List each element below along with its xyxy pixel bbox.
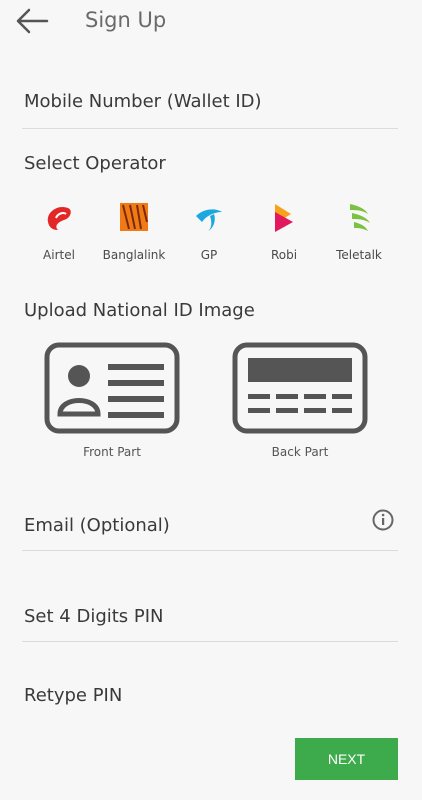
operator-name: Banglalink [102, 248, 166, 262]
operator-name: Airtel [43, 248, 75, 262]
operator-teletalk[interactable]: Teletalk [324, 200, 394, 262]
retype-pin-label: Retype PIN [24, 685, 123, 706]
info-icon[interactable] [372, 509, 394, 531]
airtel-logo-icon [47, 206, 71, 230]
app-header: Sign Up [0, 0, 422, 44]
pin-label: Set 4 Digits PIN [24, 606, 164, 627]
teletalk-logo-icon [350, 204, 370, 231]
robi-logo-icon [275, 204, 293, 232]
gp-logo-icon [196, 209, 222, 231]
email-field[interactable]: Email (Optional) [22, 505, 398, 551]
id-front-card-icon[interactable] [44, 342, 180, 434]
banglalink-logo-icon [120, 203, 148, 231]
email-label: Email (Optional) [24, 515, 170, 536]
retype-pin-field[interactable]: Retype PIN [22, 675, 398, 715]
operator-list: Airtel Banglalink GP Robi Teletalk [24, 200, 394, 270]
operator-banglalink[interactable]: Banglalink [99, 200, 169, 262]
mobile-number-label: Mobile Number (Wallet ID) [24, 91, 262, 112]
operator-name: Robi [270, 248, 298, 262]
mobile-number-field[interactable]: Mobile Number (Wallet ID) [22, 84, 398, 129]
upload-national-id-title: Upload National ID Image [24, 300, 255, 321]
back-arrow-icon[interactable] [14, 6, 50, 36]
select-operator-title: Select Operator [24, 153, 166, 174]
operator-name: GP [200, 248, 218, 262]
operator-robi[interactable]: Robi [249, 200, 319, 262]
operator-name: Teletalk [336, 248, 382, 262]
back-part-label: Back Part [271, 445, 329, 459]
next-button[interactable]: NEXT [295, 738, 398, 780]
id-back-card-icon[interactable] [232, 342, 368, 434]
pin-field[interactable]: Set 4 Digits PIN [22, 595, 398, 642]
front-part-label: Front Part [83, 445, 141, 459]
page-title: Sign Up [85, 8, 167, 32]
operator-gp[interactable]: GP [174, 200, 244, 262]
operator-airtel[interactable]: Airtel [24, 200, 94, 262]
